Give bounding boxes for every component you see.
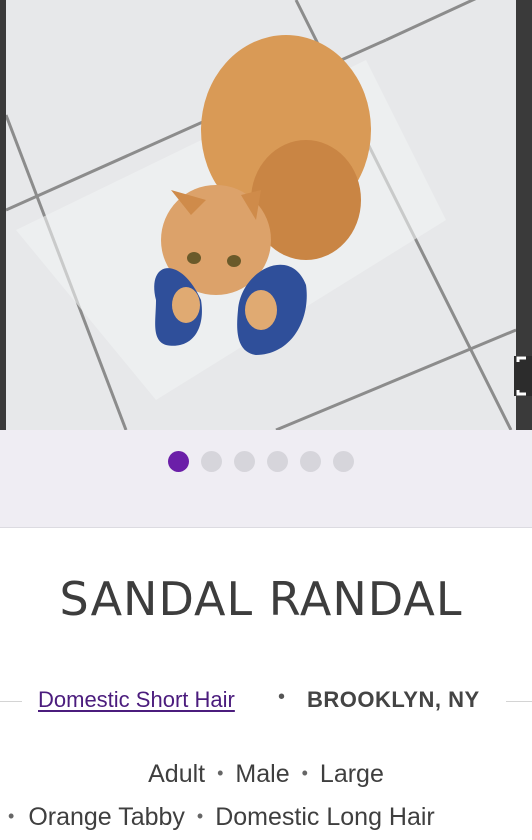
carousel-dot-3[interactable] <box>234 450 255 472</box>
carousel-indicator-band <box>0 430 532 528</box>
pet-photo[interactable] <box>6 0 516 430</box>
photo-carousel[interactable] <box>0 0 532 430</box>
carousel-dot-5[interactable] <box>300 450 321 472</box>
pet-name: SANDAL RANDAL <box>59 572 463 626</box>
carousel-dot-1[interactable] <box>168 450 189 472</box>
separator-dot: • <box>301 763 308 783</box>
coat-breed-label: Domestic Long Hair <box>215 803 435 831</box>
separator-dot: • <box>196 806 204 826</box>
location-label: BROOKLYN, NY <box>307 687 480 712</box>
carousel-dots <box>168 450 354 472</box>
cat-photo-image <box>6 0 516 430</box>
sex-label: Male <box>235 760 290 788</box>
separator-dot: • <box>8 806 15 826</box>
divider-left <box>0 701 22 702</box>
separator-dot: • <box>217 763 224 783</box>
carousel-dot-4[interactable] <box>267 450 288 472</box>
breed-link[interactable]: Domestic Short Hair <box>38 687 235 713</box>
size-label: Large <box>319 760 384 788</box>
divider-right <box>506 701 532 702</box>
expand-icon[interactable] <box>514 356 532 396</box>
pet-meta-row: Domestic Short Hair • BROOKLYN, NY <box>0 684 532 718</box>
pet-attributes: Adult • Male • Large <box>0 760 532 789</box>
pet-coat-attributes: • Orange Tabby • Domestic Long Hair <box>0 803 532 832</box>
color-label: Orange Tabby <box>28 803 185 831</box>
age-label: Adult <box>148 760 206 788</box>
carousel-dot-2[interactable] <box>201 450 222 472</box>
carousel-dot-6[interactable] <box>333 450 354 472</box>
separator-dot: • <box>278 686 286 708</box>
